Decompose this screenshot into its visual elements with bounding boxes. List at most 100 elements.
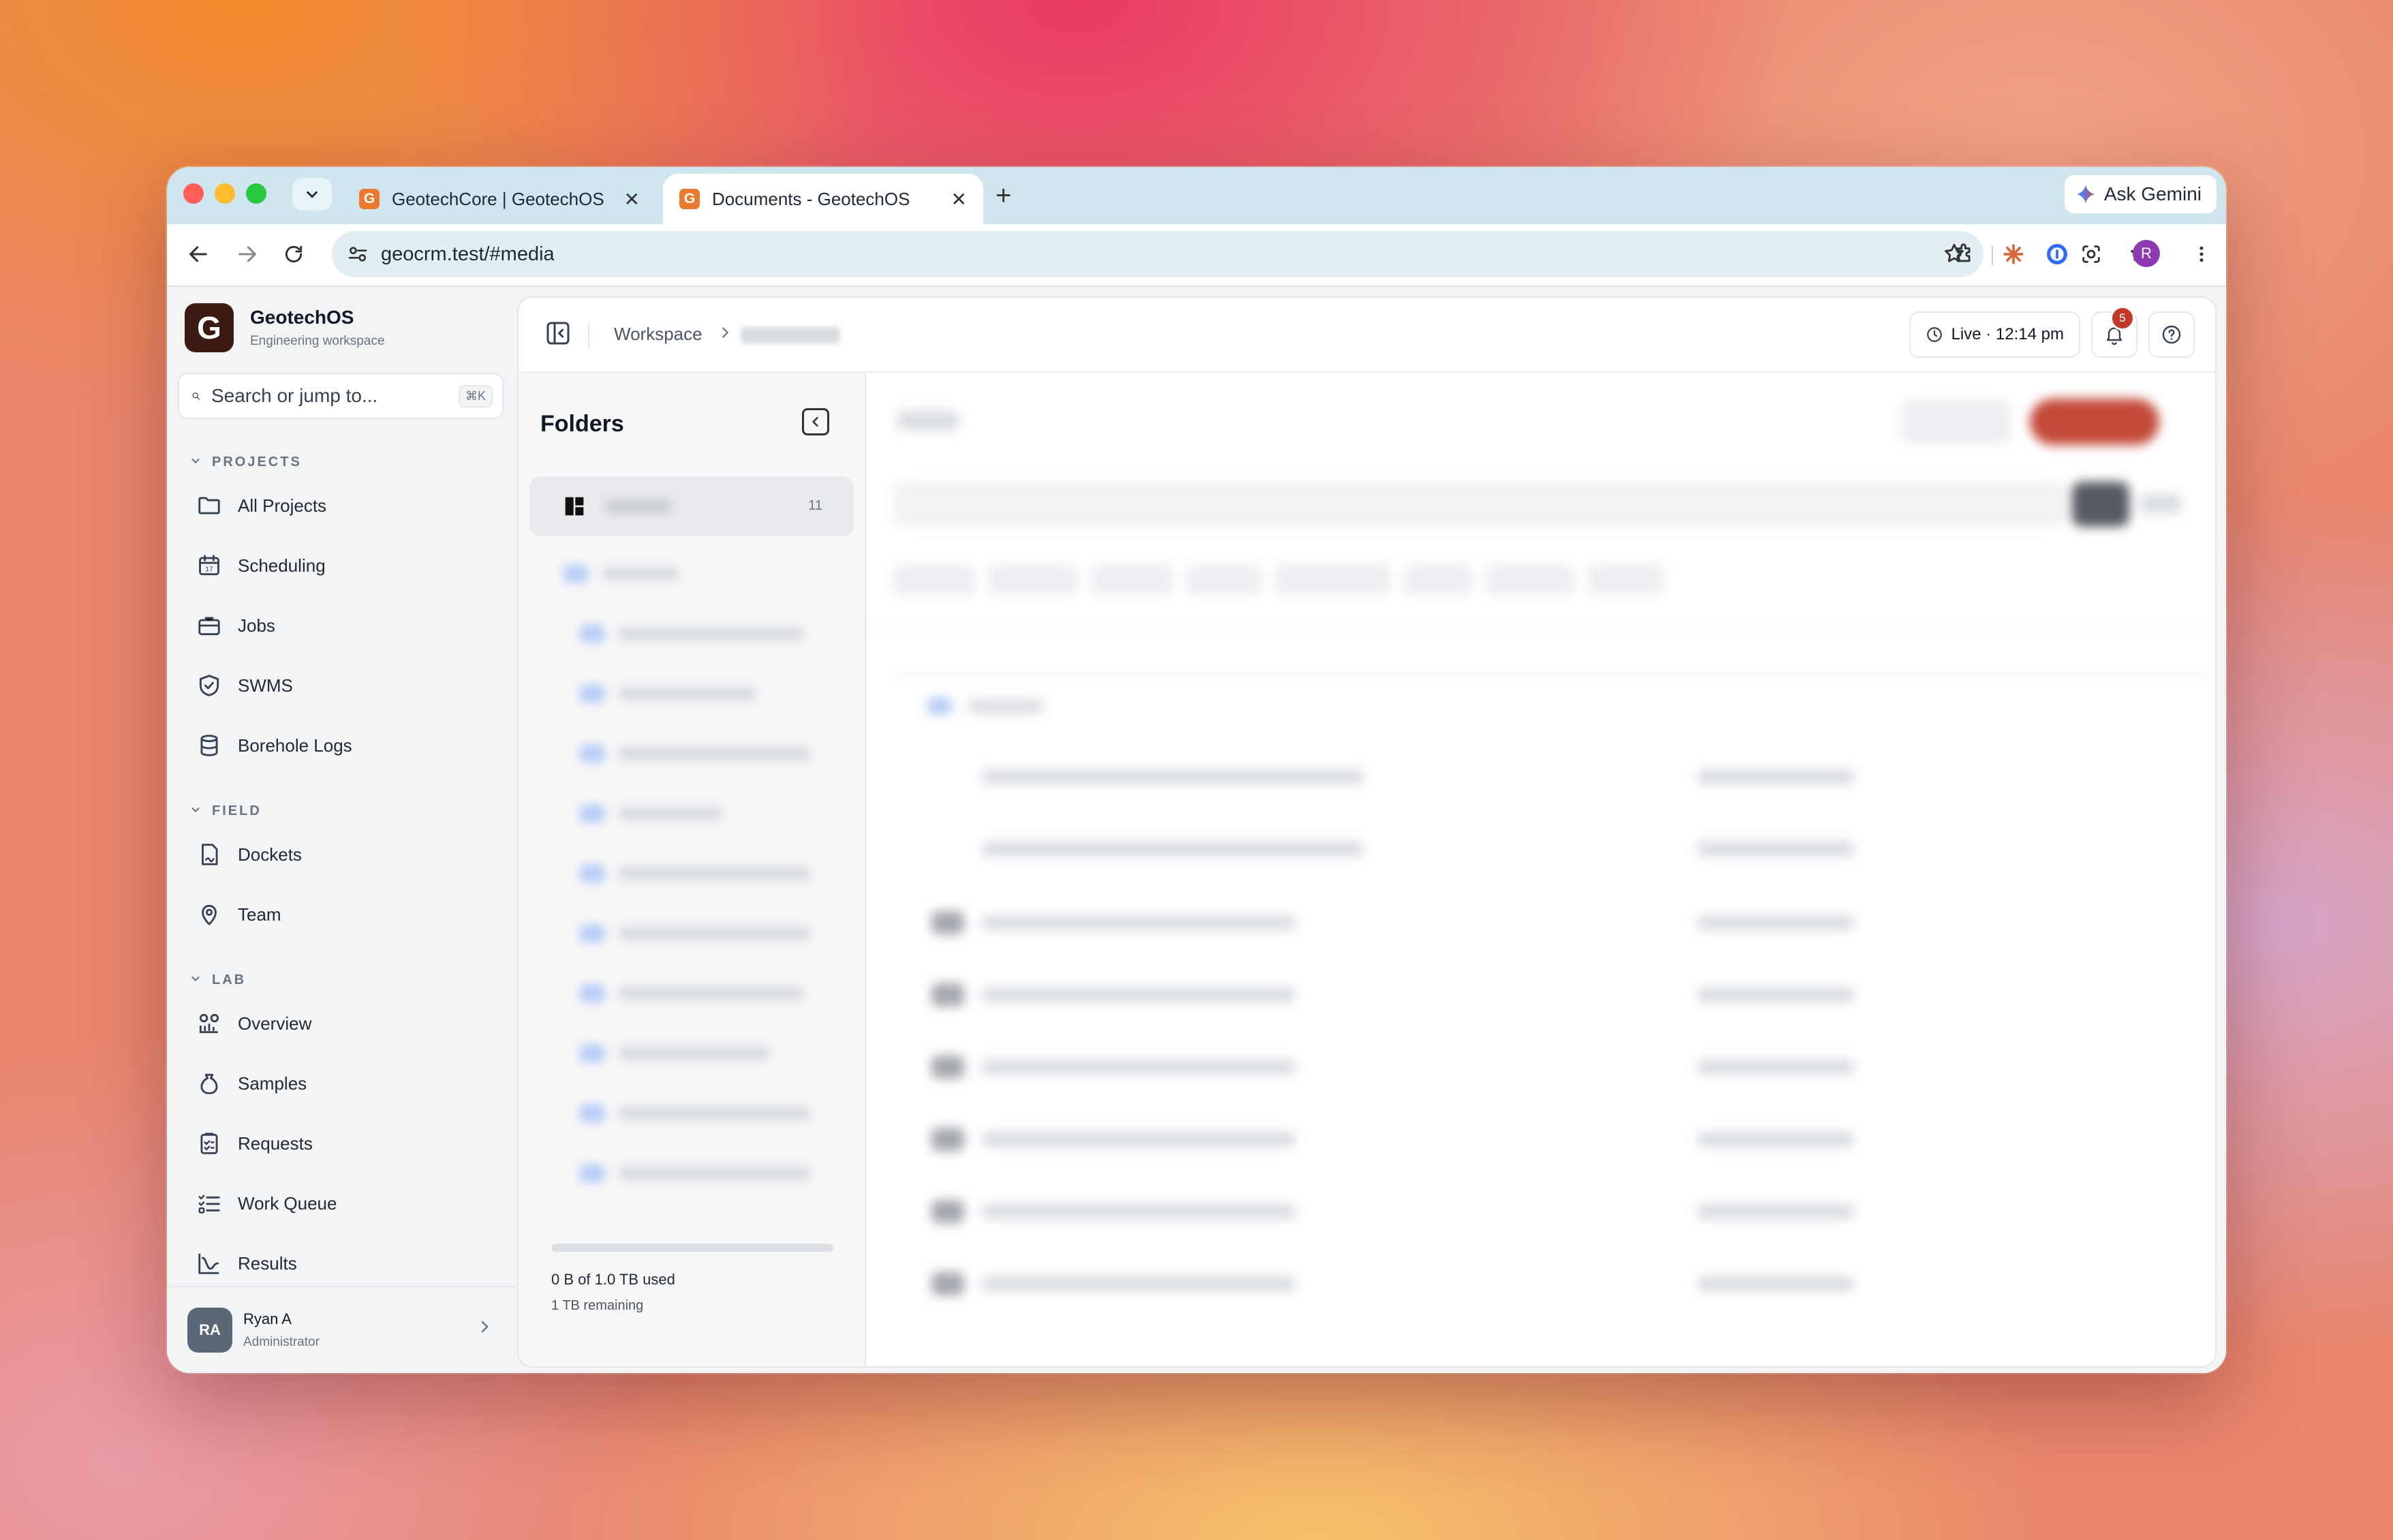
section-field[interactable]: FIELD: [190, 803, 262, 819]
sidebar-item-scheduling[interactable]: 17 Scheduling: [183, 542, 499, 589]
close-window-button[interactable]: [183, 183, 204, 204]
profile-avatar[interactable]: R: [2133, 240, 2160, 267]
search-icon: [192, 392, 200, 400]
sidebar-toggle-icon[interactable]: [544, 320, 572, 347]
sidebar-item-label: Borehole Logs: [238, 735, 352, 756]
section-lab[interactable]: LAB: [190, 972, 246, 988]
sidebar-item-all-projects[interactable]: All Projects: [183, 482, 499, 529]
sidebar-item-overview[interactable]: Overview: [183, 1000, 499, 1047]
map-pin-icon: [202, 904, 217, 925]
notification-badge: 5: [2110, 306, 2135, 330]
chevron-down-icon: [191, 459, 200, 464]
menu-button[interactable]: [2187, 239, 2217, 269]
site-settings-icon[interactable]: [347, 243, 369, 265]
app-root: G GeotechOS Engineering workspace ⌘K PRO…: [167, 287, 2226, 1373]
ask-gemini-label: Ask Gemini: [2103, 183, 2202, 204]
new-tab-button[interactable]: +: [995, 179, 1011, 212]
ask-gemini-button[interactable]: Ask Gemini: [2064, 175, 2217, 213]
tab-title: GeotechCore | GeotechOS: [392, 188, 604, 209]
sidebar-item-work-queue[interactable]: Work Queue: [183, 1180, 499, 1227]
reload-icon: [285, 245, 303, 263]
sidebar-item-team[interactable]: Team: [183, 891, 499, 938]
notifications-button[interactable]: 5: [2091, 306, 2137, 358]
storage-remaining-text: 1 TB remaining: [551, 1298, 644, 1313]
more-vertical-icon: [2199, 246, 2204, 262]
sidebar-item-dockets[interactable]: Dockets: [183, 831, 499, 878]
folder-icon: [198, 497, 220, 514]
avatar: RA: [187, 1308, 232, 1353]
sidebar-item-label: Requests: [238, 1133, 313, 1154]
clock-icon: [1926, 327, 1942, 342]
calendar-icon: 17: [199, 555, 219, 576]
live-status-button[interactable]: Live · 12:14 pm: [1909, 311, 2080, 358]
sidebar-item-samples[interactable]: Samples: [183, 1060, 499, 1107]
brand-logo: G: [185, 303, 234, 352]
shield-icon: [199, 675, 219, 696]
sidebar-item-swms[interactable]: SWMS: [183, 662, 499, 709]
close-icon[interactable]: ✕: [951, 188, 967, 211]
extensions-button[interactable]: [1949, 239, 1979, 269]
tab-documents[interactable]: G Documents - GeotechOS ✕: [663, 174, 983, 224]
sidebar-item-requests[interactable]: Requests: [183, 1120, 499, 1167]
list-icon: [198, 1195, 220, 1214]
chart-icon: [198, 1253, 219, 1274]
password-manager-extension[interactable]: [2042, 239, 2072, 269]
sidebar: G GeotechOS Engineering workspace ⌘K PRO…: [167, 287, 516, 1373]
toolbar-separator: [1992, 246, 1993, 265]
tab-strip: G GeotechCore | GeotechOS ✕ G Documents …: [167, 167, 2226, 224]
minimize-window-button[interactable]: [215, 183, 235, 204]
grid-icon: [565, 497, 584, 516]
sidebar-item-label: Scheduling: [238, 555, 326, 576]
browser-toolbar: geocrm.test/#media: [167, 224, 2226, 287]
google-lens-button[interactable]: [2076, 239, 2106, 269]
tab-title: Documents - GeotechOS: [712, 188, 910, 209]
chevron-right-icon: [722, 327, 729, 338]
collapse-folders-button[interactable]: [802, 408, 829, 435]
folder-label-blurred: [606, 499, 671, 513]
breadcrumb-current-blurred: [741, 327, 840, 343]
arrow-left-icon: [189, 246, 207, 262]
chevron-down-icon: [307, 191, 318, 198]
asterisk-icon: [2003, 244, 2024, 264]
sidebar-item-jobs[interactable]: Jobs: [183, 602, 499, 649]
sidebar-item-label: Results: [238, 1252, 297, 1274]
tab-geotechcore[interactable]: G GeotechCore | GeotechOS ✕: [343, 174, 656, 224]
chevron-down-icon: [191, 807, 200, 813]
folders-panel: Folders 11 0 B of 1.0 TB used 1 TB remai…: [519, 373, 866, 1366]
user-role: Administrator: [243, 1335, 320, 1349]
section-projects[interactable]: PROJECTS: [190, 455, 302, 470]
documents-content-blurred: [866, 373, 2215, 1366]
maximize-window-button[interactable]: [246, 183, 266, 204]
address-bar[interactable]: geocrm.test/#media: [332, 231, 1983, 277]
topbar-divider: [588, 322, 589, 348]
clipboard-icon: [200, 1133, 218, 1154]
storage-progress-bar: [551, 1244, 833, 1252]
brand[interactable]: G GeotechOS Engineering workspace: [185, 303, 385, 352]
tab-search-button[interactable]: [292, 178, 332, 211]
forward-button[interactable]: [232, 239, 262, 269]
search-input[interactable]: [209, 384, 459, 407]
sidebar-item-results[interactable]: Results: [183, 1239, 499, 1287]
close-icon[interactable]: ✕: [624, 188, 640, 211]
folder-all-files[interactable]: 11: [529, 476, 854, 536]
claude-extension[interactable]: [1998, 239, 2028, 269]
favicon-icon: G: [679, 189, 700, 209]
sidebar-item-borehole-logs[interactable]: Borehole Logs: [183, 722, 499, 769]
user-name: Ryan A: [243, 1310, 292, 1327]
help-button[interactable]: [2148, 311, 2195, 358]
sparkle-icon: [2076, 185, 2095, 204]
reload-button[interactable]: [279, 239, 309, 269]
sidebar-search[interactable]: ⌘K: [178, 373, 504, 419]
section-title: PROJECTS: [212, 455, 302, 469]
live-status-label: Live · 12:14 pm: [1951, 325, 2064, 343]
lens-icon: [2082, 245, 2100, 263]
breadcrumb-workspace[interactable]: Workspace: [614, 324, 703, 345]
sidebar-item-label: All Projects: [238, 495, 327, 516]
help-icon: [2162, 325, 2181, 344]
section-title: LAB: [212, 972, 247, 987]
svg-text:17: 17: [205, 566, 213, 574]
user-menu[interactable]: RA Ryan A Administrator: [167, 1286, 516, 1373]
sample-bag-icon: [200, 1073, 218, 1094]
back-button[interactable]: [183, 239, 213, 269]
folder-count: 11: [808, 498, 822, 513]
